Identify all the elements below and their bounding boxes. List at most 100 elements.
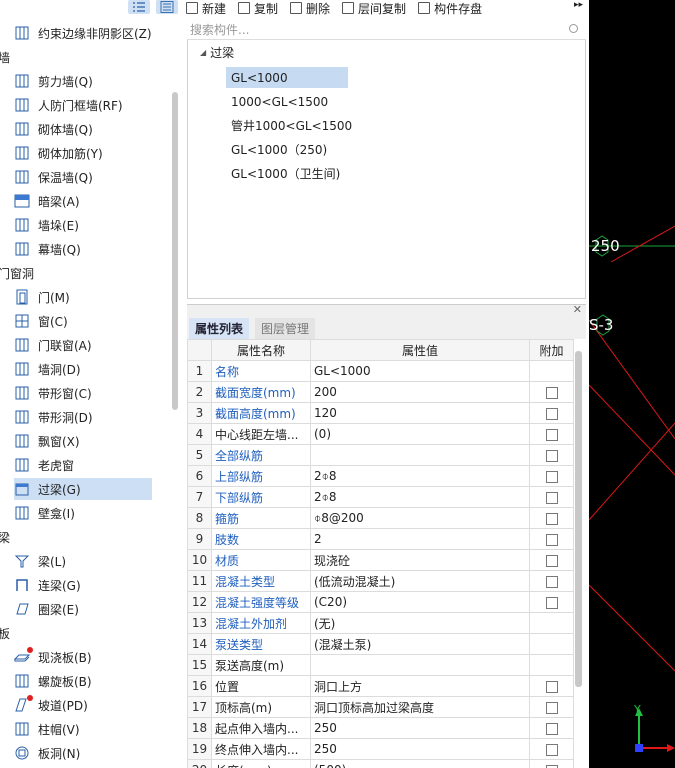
component-type-item[interactable]: 现浇板(B) (14, 646, 92, 668)
property-row[interactable]: 19 终点伸入墙内... 250 (187, 738, 574, 760)
property-value[interactable]: (500) (310, 759, 530, 768)
property-value[interactable] (310, 654, 530, 676)
search-icon[interactable] (569, 24, 578, 33)
component-type-item[interactable]: 梁(L) (14, 550, 66, 572)
category-header[interactable]: 梁 (0, 526, 10, 548)
tree-item[interactable]: GL<1000（250) (231, 139, 327, 160)
extra-checkbox[interactable] (545, 575, 558, 588)
component-type-item[interactable]: 过梁(G) (14, 478, 152, 500)
property-value[interactable]: (混凝土泵) (310, 633, 530, 655)
component-type-item[interactable]: 窗(C) (14, 310, 68, 332)
property-row[interactable]: 14 泵送类型 (混凝土泵) (187, 633, 574, 655)
property-row[interactable]: 4 中心线距左墙... (0) (187, 423, 574, 445)
component-type-item[interactable]: 坡道(PD) (14, 694, 88, 716)
property-row[interactable]: 3 截面高度(mm) 120 (187, 402, 574, 424)
toolbar-overflow-icon[interactable]: ▸▸ (574, 0, 583, 10)
component-type-item[interactable]: 幕墙(Q) (14, 238, 81, 260)
extra-checkbox[interactable] (545, 764, 558, 768)
extra-checkbox[interactable] (545, 722, 558, 735)
component-type-item[interactable]: 暗梁(A) (14, 190, 80, 212)
property-row[interactable]: 17 顶标高(m) 洞口顶标高加过梁高度 (187, 696, 574, 718)
property-value[interactable]: (无) (310, 612, 530, 634)
property-value[interactable]: 2⌽8 (310, 465, 530, 487)
drawing-canvas[interactable]: 250 S-3 Y (589, 0, 675, 768)
property-row[interactable]: 16 位置 洞口上方 (187, 675, 574, 697)
save-component-button[interactable]: 构件存盘 (418, 0, 482, 16)
component-type-item[interactable]: 砌体加筋(Y) (14, 142, 103, 164)
tree-group-lintel[interactable]: ◢ 过梁 (200, 44, 234, 61)
tree-item[interactable]: 1000<GL<1500 (231, 91, 328, 112)
component-type-item[interactable]: 剪力墙(Q) (14, 70, 93, 92)
extra-checkbox[interactable] (545, 743, 558, 756)
property-value[interactable]: 250 (310, 717, 530, 739)
extra-checkbox[interactable] (545, 428, 558, 441)
property-row[interactable]: 15 泵送高度(m) (187, 654, 574, 676)
property-row[interactable]: 5 全部纵筋 (187, 444, 574, 466)
property-row[interactable]: 6 上部纵筋 2⌽8 (187, 465, 574, 487)
category-header[interactable]: 板 (0, 622, 10, 644)
property-row[interactable]: 9 肢数 2 (187, 528, 574, 550)
extra-checkbox[interactable] (545, 680, 558, 693)
property-row[interactable]: 8 箍筋 ⌽8@200 (187, 507, 574, 529)
property-value[interactable]: (C20) (310, 591, 530, 613)
component-type-item[interactable]: 墙洞(D) (14, 358, 81, 380)
property-row[interactable]: 18 起点伸入墙内... 250 (187, 717, 574, 739)
component-type-item[interactable]: 柱帽(V) (14, 718, 80, 740)
component-type-item[interactable]: 壁龛(I) (14, 502, 75, 524)
property-value[interactable]: GL<1000 (310, 360, 530, 382)
delete-button[interactable]: 删除 (290, 0, 330, 16)
extra-checkbox[interactable] (545, 470, 558, 483)
extra-checkbox[interactable] (545, 701, 558, 714)
copy-button[interactable]: 复制 (238, 0, 278, 16)
component-type-item[interactable]: 老虎窗 (14, 454, 74, 476)
property-row[interactable]: 12 混凝土强度等级 (C20) (187, 591, 574, 613)
extra-checkbox[interactable] (545, 491, 558, 504)
extra-checkbox[interactable] (545, 533, 558, 546)
component-type-item[interactable]: 门(M) (14, 286, 70, 308)
component-type-item[interactable]: 连梁(G) (14, 574, 81, 596)
tree-item[interactable]: GL<1000（卫生间) (231, 163, 340, 184)
extra-checkbox[interactable] (545, 407, 558, 420)
property-value[interactable]: ⌽8@200 (310, 507, 530, 529)
component-type-item[interactable]: 圈梁(E) (14, 598, 79, 620)
tab-property-list[interactable]: 属性列表 (189, 318, 250, 339)
component-type-item[interactable]: 保温墙(Q) (14, 166, 93, 188)
close-icon[interactable]: ✕ (573, 303, 582, 316)
property-value[interactable]: (0) (310, 423, 530, 445)
component-type-item[interactable]: 墙垛(E) (14, 214, 79, 236)
property-row[interactable]: 20长度(mm)(500) (187, 759, 574, 768)
list-view-icon[interactable] (128, 0, 150, 14)
new-button[interactable]: 新建 (186, 0, 226, 16)
tab-layer-management[interactable]: 图层管理 (255, 318, 316, 339)
component-type-item[interactable]: 约束边缘非阴影区(Z) (14, 22, 152, 44)
property-row[interactable]: 10 材质 现浇砼 (187, 549, 574, 571)
category-header[interactable]: 门窗洞 (0, 262, 34, 284)
property-value[interactable]: (低流动混凝土) (310, 570, 530, 592)
property-value[interactable]: 洞口顶标高加过梁高度 (310, 696, 530, 718)
component-type-item[interactable]: 板洞(N) (14, 742, 80, 764)
property-scrollbar[interactable] (575, 351, 582, 687)
left-scrollbar[interactable] (172, 92, 178, 410)
property-value[interactable]: 120 (310, 402, 530, 424)
extra-checkbox[interactable] (545, 596, 558, 609)
property-row[interactable]: 13 混凝土外加剂 (无) (187, 612, 574, 634)
detail-view-icon[interactable] (156, 0, 178, 14)
extra-checkbox[interactable] (545, 386, 558, 399)
component-type-item[interactable]: 人防门框墙(RF) (14, 94, 123, 116)
property-value[interactable]: 洞口上方 (310, 675, 530, 697)
component-type-item[interactable]: 门联窗(A) (14, 334, 92, 356)
component-type-item[interactable]: 砌体墙(Q) (14, 118, 93, 140)
collapse-triangle-icon[interactable]: ◢ (200, 48, 206, 57)
category-header[interactable]: 墙 (0, 46, 10, 68)
tree-item[interactable]: 管井1000<GL<1500 (231, 115, 352, 136)
property-value[interactable] (310, 444, 530, 466)
property-value[interactable]: 2 (310, 528, 530, 550)
component-type-item[interactable]: 螺旋板(B) (14, 670, 92, 692)
property-row[interactable]: 2 截面宽度(mm) 200 (187, 381, 574, 403)
property-row[interactable]: 7 下部纵筋 2⌽8 (187, 486, 574, 508)
component-search-input[interactable]: 搜索构件... (187, 20, 586, 40)
property-value[interactable]: 250 (310, 738, 530, 760)
component-type-item[interactable]: 带形洞(D) (14, 406, 93, 428)
property-row[interactable]: 11 混凝土类型 (低流动混凝土) (187, 570, 574, 592)
property-value[interactable]: 200 (310, 381, 530, 403)
